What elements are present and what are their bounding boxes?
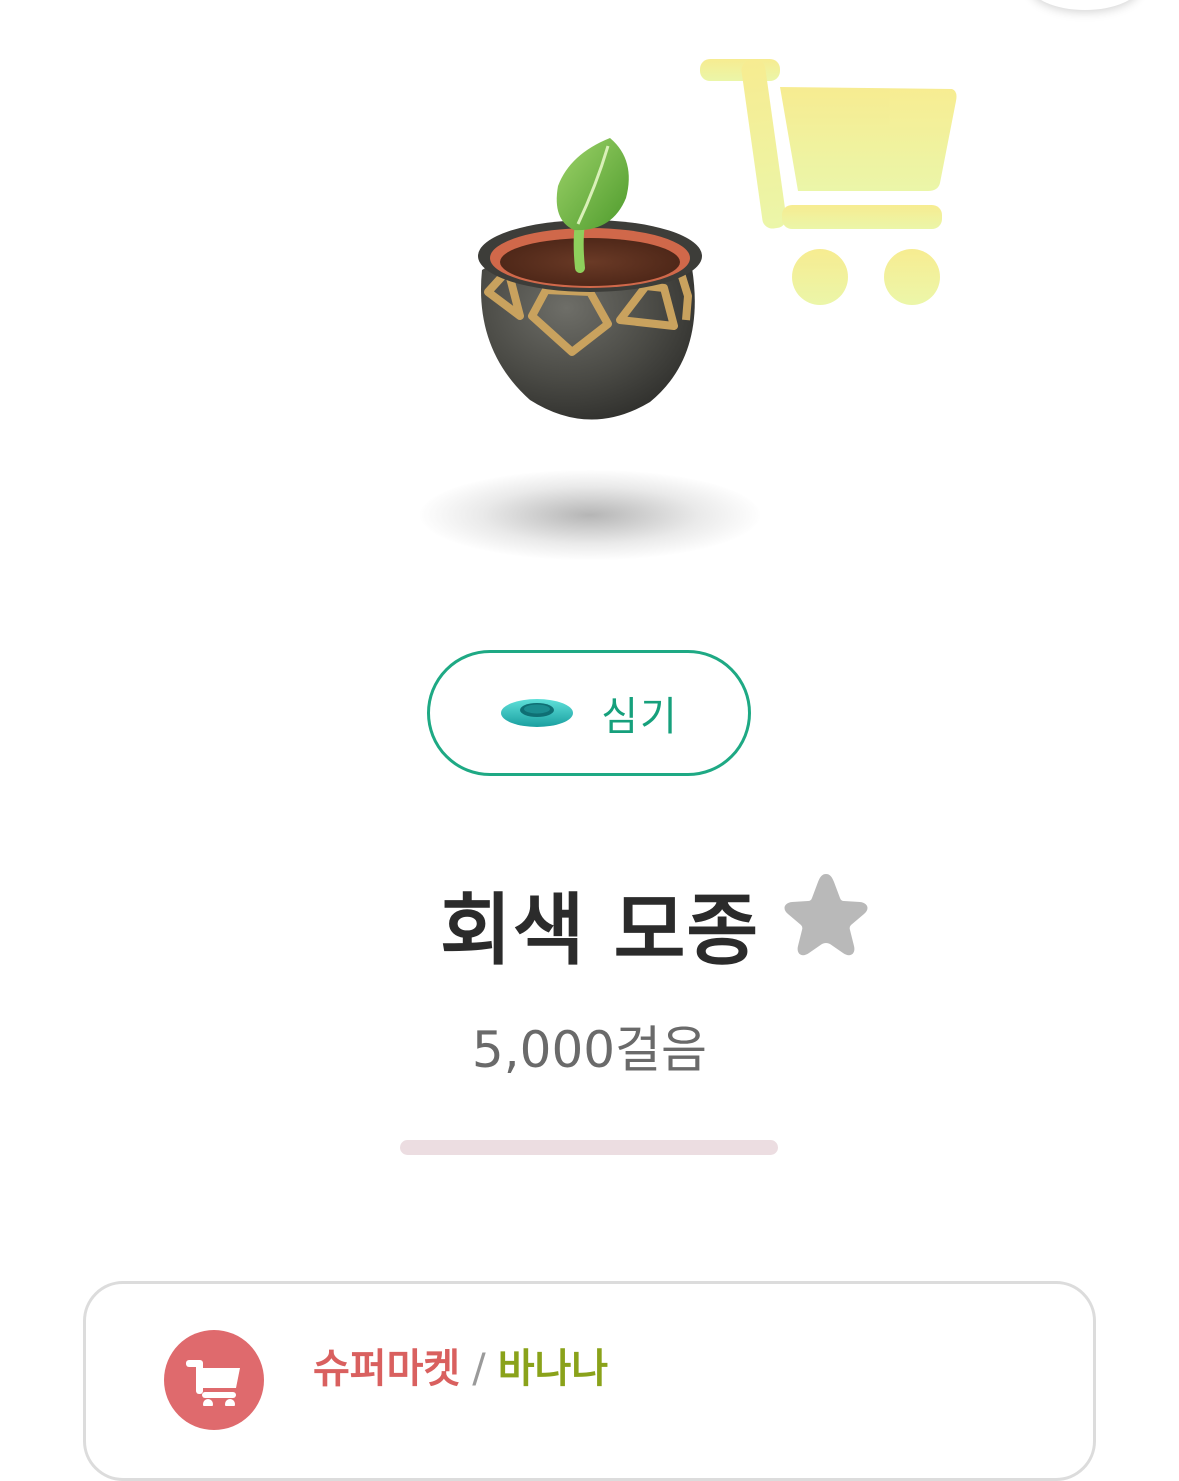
item-title: 회색 모종 [440, 886, 760, 976]
item-title-row: 회색 모종 [0, 860, 1179, 976]
source-store: 슈퍼마켓 [313, 1346, 461, 1392]
source-category: 바나나 [497, 1346, 609, 1392]
pot-icon [499, 695, 575, 731]
progress-bar [400, 1140, 778, 1155]
plant-pot-image [460, 120, 720, 440]
plant-button-label: 심기 [601, 694, 679, 740]
close-button[interactable] [1030, 0, 1140, 10]
source-separator: / [472, 1346, 486, 1392]
source-label: 슈퍼마켓 / 바나나 [313, 1336, 608, 1394]
plant-button[interactable]: 심기 [427, 650, 751, 776]
item-price: 5,000걸음 [471, 1021, 708, 1079]
shopping-cart-icon [690, 55, 970, 315]
source-card[interactable]: 슈퍼마켓 / 바나나 [83, 1281, 1096, 1481]
plant-shadow [420, 470, 760, 560]
star-icon[interactable] [780, 868, 872, 960]
source-cart-button[interactable] [164, 1330, 264, 1430]
